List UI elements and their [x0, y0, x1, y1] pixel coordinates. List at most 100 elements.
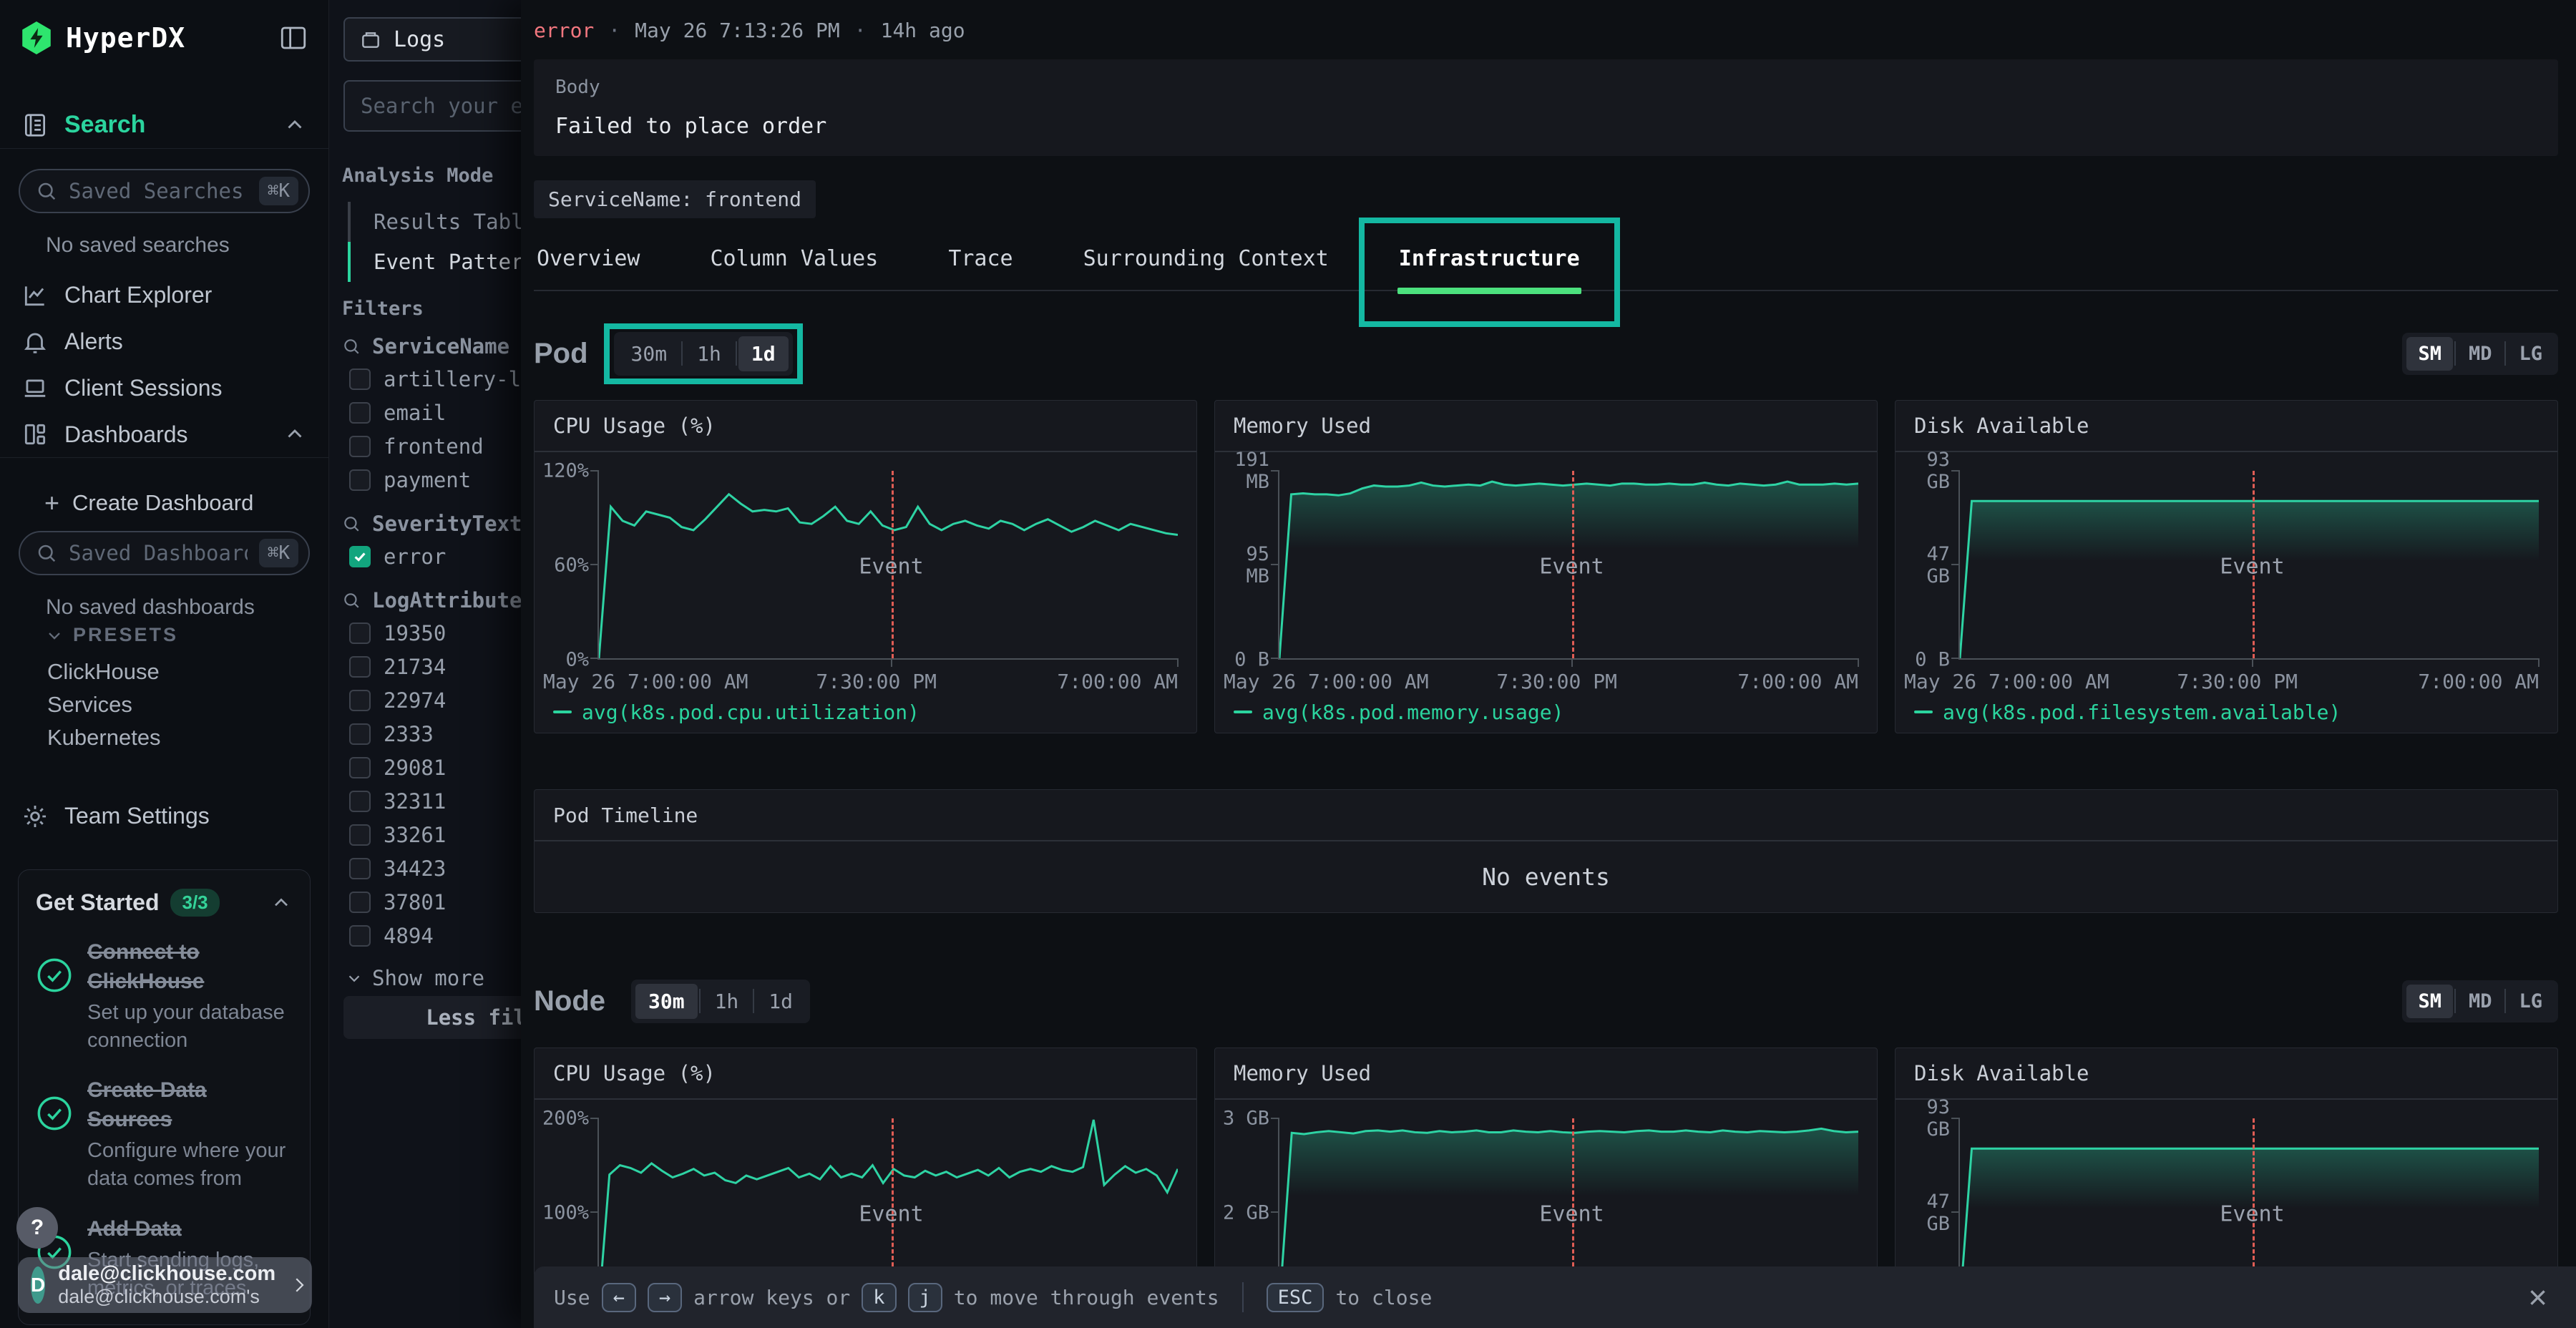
close-icon[interactable]: × [2528, 1281, 2547, 1314]
tab-infrastructure[interactable]: Infrastructure [1396, 246, 1583, 290]
chart-plot-area: 93 GB47 GB0 BEvent [1896, 471, 2557, 660]
presets-label: PRESETS [73, 624, 178, 646]
filter-option-label: 22974 [384, 688, 446, 713]
tab-surrounding-context[interactable]: Surrounding Context [1080, 246, 1332, 290]
checkbox-icon[interactable] [349, 925, 371, 947]
sidebar-item-dashboards[interactable]: Dashboards [0, 411, 328, 458]
saved-searches-input[interactable]: Saved Searches ⌘K [19, 169, 310, 213]
checkbox-icon[interactable] [349, 824, 371, 846]
node-range-30m[interactable]: 30m [635, 984, 698, 1019]
segment-divider [2454, 341, 2456, 366]
pod-range-30m[interactable]: 30m [618, 336, 680, 371]
sidebar-item-services[interactable]: Services [0, 688, 328, 721]
sidebar-item-search[interactable]: Search [0, 102, 328, 149]
checkbox-icon[interactable] [349, 690, 371, 711]
gear-icon [21, 803, 49, 830]
tab-overview[interactable]: Overview [534, 246, 643, 290]
checkbox-icon[interactable] [349, 469, 371, 491]
get-started-step-sources[interactable]: Create Data Sources Configure where your… [36, 1076, 293, 1193]
k-keycap: k [862, 1283, 896, 1312]
help-button[interactable]: ? [16, 1207, 58, 1249]
checkbox-icon[interactable] [349, 858, 371, 879]
tab-trace[interactable]: Trace [945, 246, 1015, 290]
search-icon [342, 337, 361, 356]
checkbox-icon[interactable] [349, 402, 371, 424]
chart-title: Memory Used [1215, 401, 1877, 452]
chevron-up-icon [270, 892, 293, 914]
saved-dashboards-placeholder: Saved Dashboards [69, 541, 248, 565]
sidebar-item-chart-explorer[interactable]: Chart Explorer [0, 272, 328, 318]
node-size-lg[interactable]: LG [2507, 985, 2554, 1018]
checkbox-checked-icon[interactable] [349, 546, 371, 567]
pod-size-lg[interactable]: LG [2507, 337, 2554, 371]
saved-dashboards-input[interactable]: Saved Dashboards ⌘K [19, 531, 310, 575]
body-label: Body [555, 77, 2537, 98]
chevron-right-icon [288, 1274, 310, 1296]
event-marker-label: Event [1539, 1201, 1604, 1226]
filter-option-label: payment [384, 468, 471, 492]
checkbox-icon[interactable] [349, 436, 371, 457]
create-dashboard-button[interactable]: + Create Dashboard [0, 484, 328, 522]
pod-charts-row: CPU Usage (%)120%60%0%EventMay 26 7:00:0… [534, 400, 2558, 733]
user-menu[interactable]: D dale@clickhouse.com dale@clickhouse.co… [18, 1257, 312, 1313]
checkbox-icon[interactable] [349, 622, 371, 644]
presets-header[interactable]: PRESETS [0, 624, 328, 646]
legend-line-icon [553, 711, 572, 713]
footer-divider [1242, 1282, 1244, 1312]
checkbox-icon[interactable] [349, 892, 371, 913]
sidebar-item-label: Client Sessions [64, 375, 223, 401]
sidebar-item-clickhouse[interactable]: ClickHouse [0, 655, 328, 688]
sidebar-item-team-settings[interactable]: Team Settings [0, 793, 328, 839]
tab-column-values[interactable]: Column Values [708, 246, 882, 290]
pod-size-md[interactable]: MD [2457, 337, 2504, 371]
sidebar-item-client-sessions[interactable]: Client Sessions [0, 365, 328, 411]
pod-timeline-card: Pod Timeline No events [534, 789, 2558, 913]
footer-hint-close: to close [1335, 1286, 1432, 1309]
node-range-1h[interactable]: 1h [702, 984, 752, 1019]
x-axis-labels: May 26 7:00:00 AM7:30:00 PM7:00:00 AM [1904, 664, 2539, 695]
y-axis-tick [1271, 658, 1279, 659]
checkbox-icon[interactable] [349, 368, 371, 390]
sidebar-item-label: Alerts [64, 328, 123, 355]
checkbox-icon[interactable] [349, 723, 371, 745]
cmd-k-shortcut: ⌘K [259, 539, 298, 567]
chart-title: Disk Available [1896, 1048, 2557, 1100]
event-timestamp: May 26 7:13:26 PM [635, 19, 840, 42]
pod-size-sm[interactable]: SM [2406, 337, 2453, 371]
event-tabs: Overview Column Values Trace Surrounding Co… [534, 237, 2558, 291]
y-tick-label: 47 GB [1896, 1191, 1950, 1235]
pod-range-1h[interactable]: 1h [684, 336, 734, 371]
checkbox-icon[interactable] [349, 656, 371, 678]
collapse-sidebar-icon[interactable] [278, 23, 308, 53]
y-axis-tick [1951, 1118, 1960, 1119]
checkbox-icon[interactable] [349, 757, 371, 778]
get-started-step-connect[interactable]: Connect to ClickHouse Set up your databa… [36, 938, 293, 1055]
y-axis-tick [590, 1118, 599, 1119]
source-select[interactable]: Logs [343, 17, 544, 62]
sidebar-item-kubernetes[interactable]: Kubernetes [0, 721, 328, 754]
get-started-header[interactable]: Get Started 3/3 [36, 889, 293, 917]
filter-option-label: 32311 [384, 789, 446, 814]
separator-dot: · [854, 19, 867, 42]
checkbox-icon[interactable] [349, 791, 371, 812]
event-marker-label: Event [859, 1201, 923, 1226]
node-size-sm[interactable]: SM [2406, 985, 2453, 1018]
y-axis-tick [590, 470, 599, 472]
y-axis-tick [1271, 1118, 1279, 1119]
y-tick-label: 2 GB [1215, 1201, 1269, 1224]
sidebar-item-alerts[interactable]: Alerts [0, 318, 328, 365]
drawer-footer: Use ← → arrow keys or k j to move throug… [534, 1266, 2576, 1328]
service-name-tag[interactable]: ServiceName: frontend [534, 180, 816, 218]
node-range-1d[interactable]: 1d [756, 984, 806, 1019]
pod-range-1d[interactable]: 1d [738, 336, 789, 371]
y-axis-tick [590, 658, 599, 659]
event-tags: ServiceName: frontend [534, 180, 2558, 218]
node-size-md[interactable]: MD [2457, 985, 2504, 1018]
filter-group-name: SeverityText [372, 512, 522, 536]
y-tick-label: 200% [535, 1107, 589, 1129]
filter-option-label: 29081 [384, 756, 446, 780]
event-relative-time: 14h ago [881, 19, 965, 42]
y-tick-label: 93 GB [1896, 1096, 1950, 1141]
filter-option-label: 21734 [384, 655, 446, 679]
y-axis-labels: 93 GB47 GB0 B [1896, 471, 1958, 660]
